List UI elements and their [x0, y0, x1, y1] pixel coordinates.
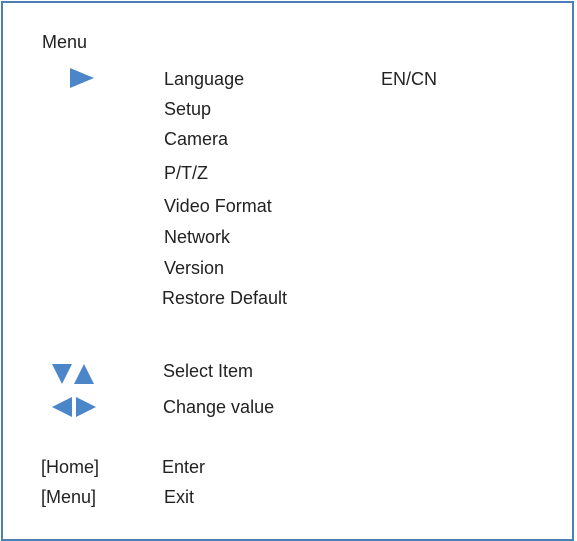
legend-select-item: Select Item: [163, 361, 254, 381]
menu-item-video-format[interactable]: Video Format: [164, 195, 272, 217]
up-arrow-icon: [74, 364, 94, 384]
language-value[interactable]: EN/CN: [381, 68, 437, 90]
menu-item-ptz[interactable]: P/T/Z: [164, 162, 208, 184]
menu-title: Menu: [42, 32, 88, 52]
menu-item-network[interactable]: Network: [164, 226, 230, 248]
menu-item-restore-default[interactable]: Restore Default: [162, 287, 287, 309]
selection-arrow-icon: [70, 68, 94, 88]
menu-item-setup[interactable]: Setup: [164, 98, 211, 120]
key-home-action: Enter: [162, 457, 206, 477]
menu-item-version[interactable]: Version: [164, 257, 224, 279]
key-menu-action: Exit: [164, 487, 195, 507]
left-arrow-icon: [52, 397, 72, 417]
legend-change-value: Change value: [163, 397, 275, 417]
right-arrow-icon: [76, 397, 96, 417]
key-home-label: [Home]: [41, 457, 100, 477]
down-arrow-icon: [52, 364, 72, 384]
key-menu-label: [Menu]: [41, 487, 97, 507]
menu-item-camera[interactable]: Camera: [164, 128, 228, 150]
menu-item-language[interactable]: Language: [164, 68, 244, 90]
